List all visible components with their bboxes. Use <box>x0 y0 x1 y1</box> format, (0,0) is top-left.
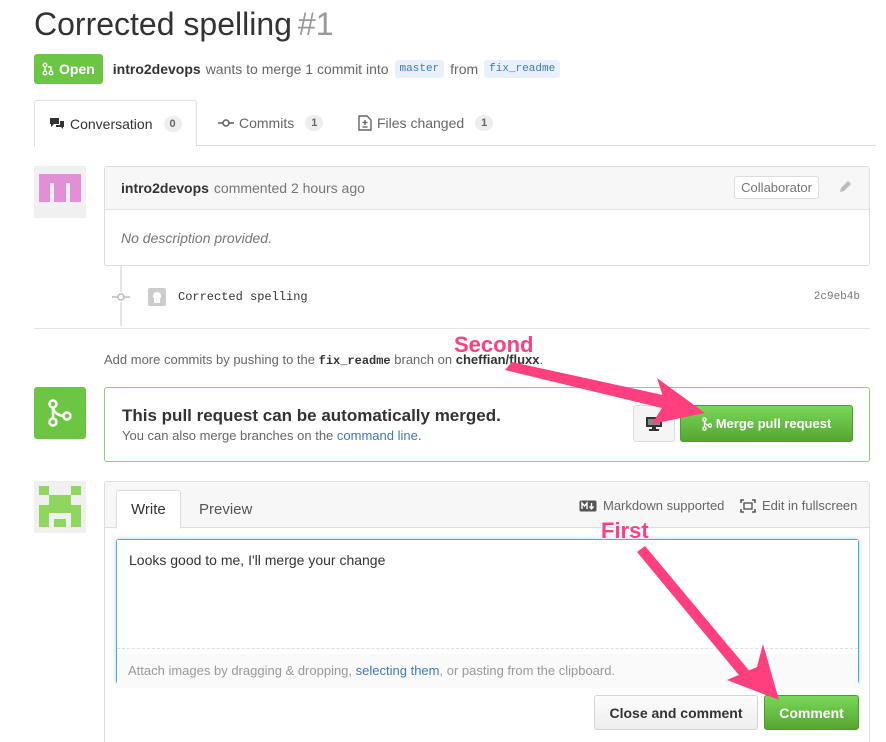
command-line-link[interactable]: command line <box>337 428 418 443</box>
open-in-desktop-button[interactable] <box>633 405 675 442</box>
tab-label: Files changed <box>377 115 465 131</box>
tab-label: Conversation <box>70 115 153 132</box>
merge-description: wants to merge 1 commit into <box>205 61 389 77</box>
status-label: Open <box>59 61 95 77</box>
attach-hint-prefix: Attach images by dragging & dropping, <box>128 663 353 678</box>
merge-panel: This pull request can be automatically m… <box>104 387 870 462</box>
attach-hint: Attach images by dragging & dropping, se… <box>117 654 858 688</box>
comment-body: No description provided. <box>121 230 272 246</box>
pr-state-row: Open intro2devops wants to merge 1 commi… <box>34 54 566 84</box>
commit-item: Corrected spelling 2c9eb4b <box>112 286 860 308</box>
markdown-note[interactable]: Markdown supported <box>579 498 724 513</box>
commit-icon <box>112 292 130 302</box>
push-hint-prefix: Add more commits by pushing to the <box>104 352 315 367</box>
comment-timestamp: commented 2 hours ago <box>213 180 365 196</box>
tab-counter: 1 <box>305 115 324 131</box>
merge-pull-request-button[interactable]: Merge pull request <box>680 405 853 442</box>
collaborator-badge: Collaborator <box>734 176 819 199</box>
fullscreen-toggle[interactable]: Edit in fullscreen <box>740 498 857 513</box>
base-branch: master <box>394 60 445 78</box>
select-files-link[interactable]: selecting them <box>356 663 440 678</box>
tab-preview[interactable]: Preview <box>185 490 266 529</box>
comment-author-link[interactable]: intro2devops <box>121 180 209 196</box>
tab-counter: 0 <box>163 115 182 132</box>
textarea-wrapper: Attach images by dragging & dropping, se… <box>116 539 859 688</box>
merge-button-label: Merge pull request <box>715 416 832 431</box>
tab-commits[interactable]: Commits 1 <box>204 100 337 146</box>
comment-discussion-icon <box>50 117 64 129</box>
divider <box>34 328 870 329</box>
markdown-label: Markdown supported <box>603 498 725 513</box>
comment-textarea[interactable] <box>117 540 858 649</box>
pull-request-icon <box>42 62 54 76</box>
annotation-first: First <box>601 518 649 543</box>
fullscreen-label: Edit in fullscreen <box>762 498 858 513</box>
desktop-icon <box>646 416 662 431</box>
page-title: Corrected spelling #1 <box>34 6 334 43</box>
merge-subtitle: You can also merge branches on the comma… <box>122 428 421 443</box>
comment-form: Write Preview Markdown supported Edit in… <box>104 481 870 742</box>
merge-subtitle-suffix: . <box>417 428 422 443</box>
form-tabs: Write Preview Markdown supported Edit in… <box>105 482 869 529</box>
git-merge-icon <box>48 399 72 427</box>
avatar[interactable] <box>34 166 86 218</box>
push-hint-branch: fix_readme <box>318 354 391 368</box>
file-diff-icon <box>358 115 372 131</box>
from-text: from <box>450 61 479 77</box>
close-and-comment-button[interactable]: Close and comment <box>594 695 758 730</box>
merge-status-icon <box>34 387 86 439</box>
markdown-icon <box>579 500 597 511</box>
tab-label: Commits <box>239 115 295 131</box>
avatar[interactable] <box>34 481 86 533</box>
merge-title: This pull request can be automatically m… <box>122 406 501 425</box>
comment-header: intro2devops commented 2 hours ago Colla… <box>105 167 869 210</box>
tab-conversation[interactable]: Conversation 0 <box>34 100 197 147</box>
fullscreen-icon <box>740 498 756 513</box>
head-branch: fix_readme <box>484 60 561 78</box>
annotation-second: Second <box>454 332 534 357</box>
pr-tabs: Conversation 0 Commits 1 Files changed 1 <box>34 100 876 147</box>
attach-hint-suffix: , or pasting from the clipboard. <box>439 663 616 678</box>
tab-write[interactable]: Write <box>116 490 181 529</box>
pr-author-link[interactable]: intro2devops <box>113 61 201 77</box>
push-hint-suffix: . <box>539 352 544 367</box>
tab-counter: 1 <box>475 115 494 131</box>
commit-message-link[interactable]: Corrected spelling <box>178 290 308 304</box>
pr-title: Corrected spelling <box>34 6 292 42</box>
commit-sha-link[interactable]: 2c9eb4b <box>814 291 860 303</box>
pr-number: #1 <box>297 6 334 42</box>
committer-avatar-icon[interactable] <box>148 288 166 306</box>
commit-icon <box>218 119 234 127</box>
merge-subtitle-prefix: You can also merge branches on the <box>122 428 334 443</box>
tab-files-changed[interactable]: Files changed 1 <box>344 100 507 146</box>
pencil-icon[interactable] <box>837 179 853 195</box>
comment-card: intro2devops commented 2 hours ago Colla… <box>104 166 870 266</box>
push-hint-middle: branch on <box>394 352 453 367</box>
status-badge: Open <box>34 54 103 84</box>
comment-button[interactable]: Comment <box>764 695 859 730</box>
git-merge-icon <box>701 416 712 431</box>
